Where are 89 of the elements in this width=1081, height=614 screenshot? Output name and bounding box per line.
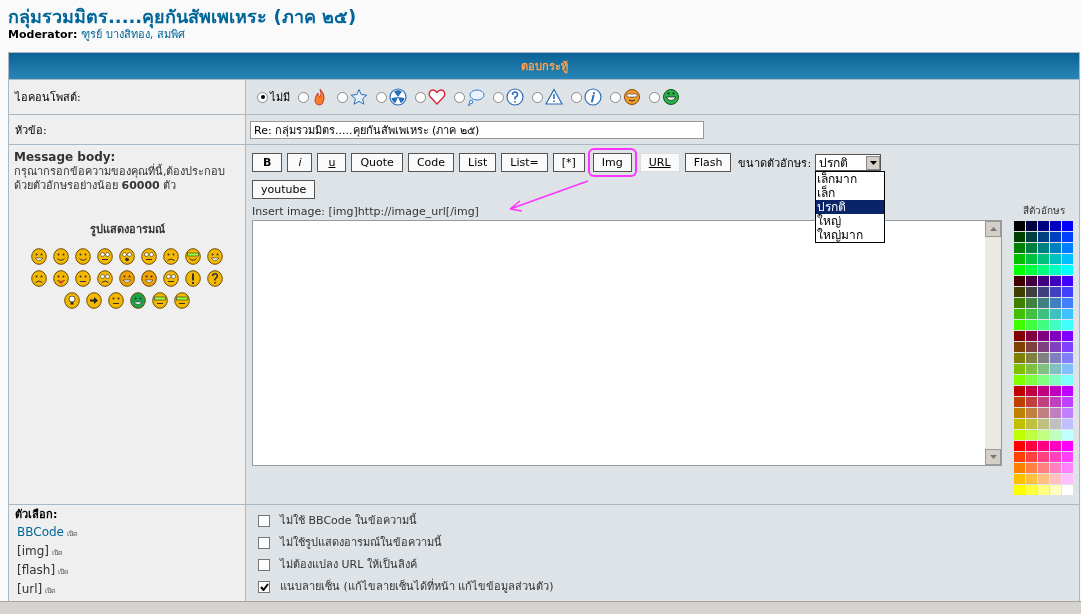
subject-label: หัวข้อ: (15, 122, 48, 139)
lightbulb-icon[interactable] (64, 292, 80, 309)
format-button[interactable]: i (287, 153, 313, 172)
option-label: ไม่ต้องแปลง URL ให้เป็นลิงค์ (280, 558, 417, 572)
smiley-icon[interactable] (119, 270, 135, 287)
font-size-option[interactable]: ปรกติ (816, 200, 885, 214)
checkbox[interactable] (258, 537, 270, 549)
radiation-icon (389, 88, 407, 106)
vertical-scrollbar[interactable] (985, 221, 1001, 465)
smilies-title: รูปแสดงอารมณ์ (88, 222, 166, 238)
format-button[interactable]: Code (407, 153, 455, 172)
radio-button[interactable] (532, 91, 543, 103)
message-hint: กรุณากรอกข้อความของคุณที่นี้,ต้องประกอบด้วยตัวอักษรอย่างน้อย 60000 ตัว (14, 165, 227, 193)
format-button[interactable]: B (252, 153, 283, 172)
radio-button[interactable] (257, 91, 268, 103)
smiley-icon[interactable] (141, 270, 157, 287)
font-size-label: ขนาดตัวอักษร: (738, 155, 812, 172)
smiley-icon[interactable] (119, 248, 135, 265)
scroll-up-icon[interactable] (985, 221, 1001, 237)
smiley-icon[interactable] (108, 292, 124, 309)
smiley-icon[interactable] (97, 248, 113, 265)
exclamation-icon[interactable] (185, 270, 201, 287)
smiley-icon[interactable] (31, 248, 47, 265)
radio-button[interactable] (649, 91, 660, 103)
moderator-label: Moderator: (8, 29, 78, 41)
radio-button[interactable] (610, 91, 621, 103)
font-color-label: สีตัวอักษร (1022, 204, 1065, 218)
smiley-icon[interactable] (152, 292, 168, 309)
thought-bubble-icon (467, 88, 485, 106)
star-icon (350, 88, 368, 106)
radio-button[interactable] (454, 91, 465, 103)
smiley-icon[interactable] (75, 270, 91, 287)
radio-button[interactable] (493, 91, 504, 103)
smiley-icon[interactable] (141, 248, 157, 265)
horizontal-scrollbar[interactable] (0, 601, 1081, 614)
font-size-select[interactable]: ปรกติ (815, 154, 882, 171)
info-icon (584, 88, 602, 106)
subject-field[interactable]: Re: กลุ่มรวมมิตร.....คุยกันสัพเพเหระ (ภาค ๒๕) (250, 120, 704, 139)
scroll-down-icon[interactable] (985, 449, 1001, 465)
checkbox[interactable] (258, 559, 270, 571)
option-label: ไม่ใช้ BBCode ในข้อความนี้ (280, 514, 418, 528)
grin-icon (662, 88, 680, 106)
color-palette-drawing[interactable] (1014, 221, 1073, 495)
option-label: ไม่ใช้รูปแสดงอารมณ์ในข้อความนี้ (280, 536, 442, 550)
smiley-icon[interactable] (130, 292, 146, 309)
smiley-icon[interactable] (207, 248, 223, 265)
format-button[interactable]: Quote (351, 153, 403, 172)
options-label: ตัวเลือก: (15, 508, 59, 522)
smiley-icon[interactable] (53, 248, 69, 265)
radio-button[interactable] (298, 91, 309, 103)
face-icon (623, 88, 641, 106)
radio-button[interactable] (571, 91, 582, 103)
bbcode-tag: [img] (17, 544, 49, 558)
question-icon (506, 88, 524, 106)
radio-button[interactable] (337, 91, 348, 103)
heart-icon (428, 88, 446, 106)
bbcode-tag: [flash] (17, 563, 56, 577)
smiley-icon[interactable] (163, 248, 179, 265)
bbcode-tag: [url] (17, 582, 43, 596)
post-icon-label: ไอคอนโพสต์: (15, 90, 82, 106)
checkbox[interactable] (258, 581, 270, 593)
smiley-icon[interactable] (163, 270, 179, 287)
question-icon[interactable] (207, 270, 223, 287)
url-link[interactable]: URL (639, 153, 680, 172)
reply-header: ตอบกระทู้ (9, 53, 1079, 79)
smiley-icon[interactable] (31, 270, 47, 287)
format-button[interactable]: youtube (252, 180, 316, 199)
format-button[interactable]: u (317, 153, 347, 172)
radio-button[interactable] (415, 91, 426, 103)
message-body-label: Message body: (14, 150, 116, 164)
format-button[interactable]: List (459, 153, 497, 172)
forum-title: กลุ่มรวมมิตร.....คุยกันสัพเพเหระ (ภาค ๒๕) (8, 5, 358, 29)
smiley-icon[interactable] (53, 270, 69, 287)
format-button[interactable]: [*] (552, 153, 585, 172)
checkbox[interactable] (258, 515, 270, 527)
format-button[interactable]: Img (592, 153, 632, 172)
smiley-icon[interactable] (174, 292, 190, 309)
bbcode-link[interactable]: BBCode (17, 525, 64, 539)
moderator-link[interactable]: ฑูรย์ บางสิทอง, สมพิศ (81, 29, 185, 41)
smiley-icon[interactable] (75, 248, 91, 265)
radio-button[interactable] (376, 91, 387, 103)
help-text: Insert image: [img]http://image_url[/img] (252, 205, 479, 219)
smiley-icon[interactable] (185, 248, 201, 265)
none-label: ไม่มี (270, 90, 290, 106)
warning-icon (545, 88, 563, 106)
smiley-icon[interactable] (97, 270, 113, 287)
format-button[interactable]: Flash (684, 153, 732, 172)
option-label: แนบลายเซ็น (แก้ไขลายเซ็นได้ที่หน้า แก้ไขข้อมูลส่วนตัว) (280, 580, 554, 594)
format-button[interactable]: List= (501, 153, 548, 172)
